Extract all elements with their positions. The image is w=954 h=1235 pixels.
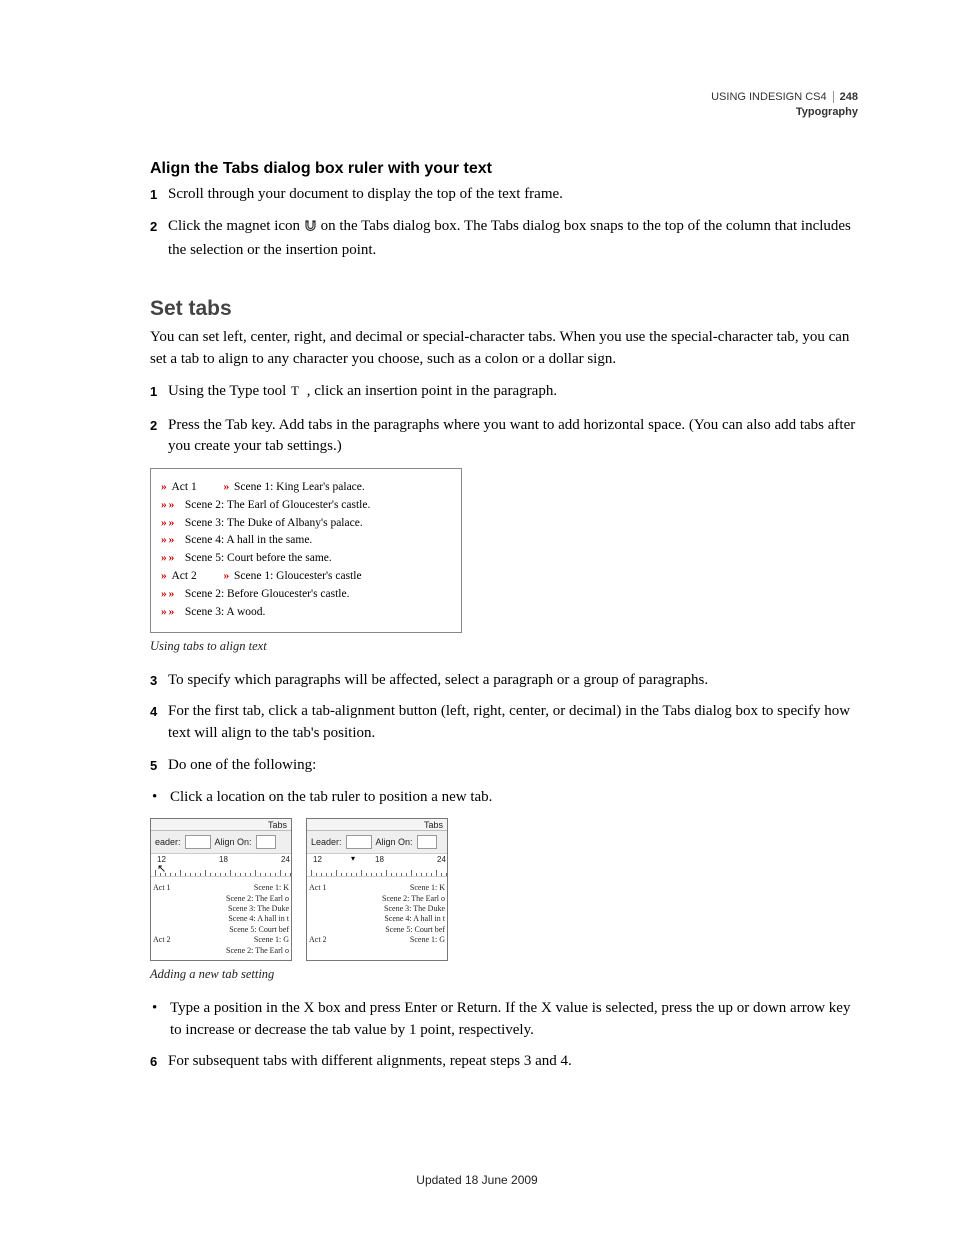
step-text: Using the Type tool T , click an inserti…: [168, 381, 858, 405]
step-item: 6 For subsequent tabs with different ali…: [150, 1051, 858, 1073]
figure-tab-panels: Tabs eader: Align On: ↖ 121824 Act 1Scen…: [150, 818, 858, 961]
panel-form-row: Leader: Align On:: [307, 831, 447, 854]
type-tool-icon: T: [290, 383, 303, 405]
step-text: Do one of the following:: [168, 755, 858, 777]
step-text: For the first tab, click a tab-alignment…: [168, 701, 858, 745]
step-text: Click the magnet icon on the Tabs dialog…: [168, 216, 858, 262]
bullet-dot: •: [150, 787, 170, 809]
tab-ruler[interactable]: ↖ 121824: [151, 854, 291, 877]
sample-text: Act 1Scene 1: KScene 2: The Earl oScene …: [307, 877, 447, 949]
running-header: USING INDESIGN CS4 248 Typography: [711, 90, 858, 121]
step-number: 3: [150, 670, 168, 692]
sample-text: Act 1Scene 1: KScene 2: The Earl oScene …: [151, 877, 291, 960]
step-item: 1 Scroll through your document to displa…: [150, 184, 858, 206]
step-text: Press the Tab key. Add tabs in the parag…: [168, 415, 858, 459]
page-number: 248: [833, 91, 858, 103]
page-content: Align the Tabs dialog box ruler with you…: [150, 160, 858, 1073]
bullet-text: Type a position in the X box and press E…: [170, 998, 858, 1042]
product-name: USING INDESIGN CS4: [711, 91, 827, 103]
panel-form-row: eader: Align On:: [151, 831, 291, 854]
heading-set-tabs: Set tabs: [150, 297, 858, 321]
step-number: 4: [150, 701, 168, 745]
leader-label: eader:: [155, 837, 181, 847]
leader-field[interactable]: [346, 835, 372, 849]
bullet-item: • Click a location on the tab ruler to p…: [150, 787, 858, 809]
tab-stop-marker[interactable]: ▾: [351, 854, 355, 863]
step-number: 5: [150, 755, 168, 777]
align-on-field[interactable]: [256, 835, 276, 849]
step-item: 5 Do one of the following:: [150, 755, 858, 777]
step-number: 2: [150, 216, 168, 262]
page-footer: Updated 18 June 2009: [0, 1173, 954, 1187]
step-text: To specify which paragraphs will be affe…: [168, 670, 858, 692]
step-item: 2 Press the Tab key. Add tabs in the par…: [150, 415, 858, 459]
align-on-label: Align On:: [215, 837, 252, 847]
step-item: 4 For the first tab, click a tab-alignme…: [150, 701, 858, 745]
step-item: 1 Using the Type tool T , click an inser…: [150, 381, 858, 405]
step-item: 3 To specify which paragraphs will be af…: [150, 670, 858, 692]
step-number: 6: [150, 1051, 168, 1073]
figure-caption: Using tabs to align text: [150, 639, 858, 654]
step-text: Scroll through your document to display …: [168, 184, 858, 206]
step-number: 1: [150, 184, 168, 206]
panel-title: Tabs: [307, 819, 447, 831]
step-item: 2 Click the magnet icon on the Tabs dial…: [150, 216, 858, 262]
bullet-dot: •: [150, 998, 170, 1042]
figure-caption: Adding a new tab setting: [150, 967, 858, 982]
leader-label: Leader:: [311, 837, 342, 847]
panel-title: Tabs: [151, 819, 291, 831]
tabs-panel-left: Tabs eader: Align On: ↖ 121824 Act 1Scen…: [150, 818, 292, 961]
intro-paragraph: You can set left, center, right, and dec…: [150, 327, 858, 371]
magnet-icon: [304, 218, 317, 240]
align-on-field[interactable]: [417, 835, 437, 849]
step-text: For subsequent tabs with different align…: [168, 1051, 858, 1073]
subheading-align-tabs: Align the Tabs dialog box ruler with you…: [150, 160, 858, 178]
bullet-item: • Type a position in the X box and press…: [150, 998, 858, 1042]
section-name: Typography: [711, 105, 858, 120]
bullet-text: Click a location on the tab ruler to pos…: [170, 787, 492, 809]
tab-ruler[interactable]: ▾ 121824: [307, 854, 447, 877]
step-number: 1: [150, 381, 168, 405]
step-number: 2: [150, 415, 168, 459]
align-on-label: Align On:: [376, 837, 413, 847]
figure-tabs-example: » Act 1» Scene 1: King Lear's palace.» »…: [150, 468, 462, 633]
leader-field[interactable]: [185, 835, 211, 849]
tabs-panel-right: Tabs Leader: Align On: ▾ 121824 Act 1Sce…: [306, 818, 448, 961]
svg-text:T: T: [291, 384, 299, 397]
